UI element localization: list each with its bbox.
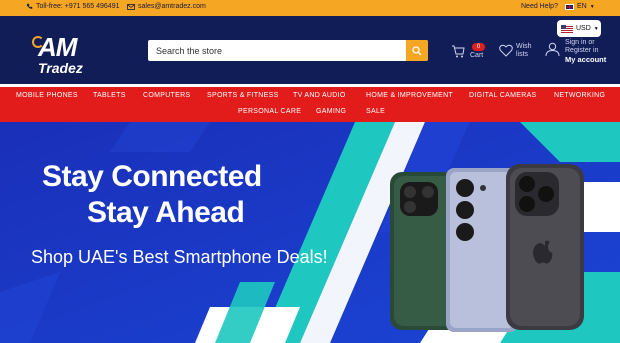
currency-selector[interactable]: USD ▼ xyxy=(557,20,601,37)
account-menu[interactable]: Sign in or Register in My account xyxy=(545,38,620,66)
nav-item-gaming[interactable]: GAMING xyxy=(316,108,346,115)
toll-free-text: Toll-free: +971 565 496491 xyxy=(36,3,120,10)
currency-label: USD xyxy=(576,25,591,32)
category-nav: MOBILE PHONES TABLETS COMPUTERS SPORTS &… xyxy=(0,87,620,122)
language-selector[interactable]: EN ▼ xyxy=(565,3,595,10)
nav-item-tablets[interactable]: TABLETS xyxy=(93,92,126,99)
email-text: sales@amtradez.com xyxy=(138,3,206,10)
cart-count-badge: 0 xyxy=(472,43,485,51)
nav-item-tv-audio[interactable]: TV AND AUDIO xyxy=(293,92,346,99)
site-header: AM Tradez USD ▼ 0 Cart Wish lists Sign i… xyxy=(0,16,620,84)
heart-icon xyxy=(499,44,513,57)
my-account-label: My account xyxy=(565,55,607,64)
cart-icon xyxy=(452,45,465,58)
hero-headline-line1: Stay Connected xyxy=(42,160,262,193)
smartphones-image xyxy=(390,164,584,332)
uk-flag-icon xyxy=(565,3,574,10)
mail-icon xyxy=(127,3,135,10)
nav-item-personal-care[interactable]: PERSONAL CARE xyxy=(238,108,301,115)
cart-button[interactable]: 0 Cart xyxy=(451,42,491,62)
search-button[interactable] xyxy=(406,40,428,61)
cart-label: Cart xyxy=(470,52,484,59)
email-contact[interactable]: sales@amtradez.com xyxy=(127,3,206,10)
nav-item-mobile-phones[interactable]: MOBILE PHONES xyxy=(16,92,78,99)
sign-in-register-link[interactable]: Sign in or Register in xyxy=(565,39,620,55)
language-label: EN xyxy=(577,3,587,10)
nav-item-computers[interactable]: COMPUTERS xyxy=(143,92,190,99)
chevron-down-icon: ▼ xyxy=(593,25,599,32)
us-flag-icon xyxy=(561,24,573,33)
site-logo[interactable]: AM Tradez xyxy=(30,32,94,82)
search-icon xyxy=(412,45,422,55)
wishlist-button[interactable]: Wish lists xyxy=(499,42,539,62)
nav-item-digital-cameras[interactable]: DIGITAL CAMERAS xyxy=(469,92,537,99)
search-input[interactable] xyxy=(148,40,406,61)
need-help-link[interactable]: Need Help? xyxy=(521,3,558,10)
nav-item-home-improvement[interactable]: HOME & IMPROVEMENT xyxy=(366,92,453,99)
logo-tradez: Tradez xyxy=(38,60,83,76)
hero-banner[interactable]: Stay Connected Stay Ahead Shop UAE's Bes… xyxy=(0,122,620,343)
chevron-down-icon: ▼ xyxy=(589,3,595,10)
phone-icon xyxy=(26,3,33,9)
search-bar xyxy=(148,40,428,61)
hero-headline-line2: Stay Ahead xyxy=(87,196,245,229)
nav-item-sports-fitness[interactable]: SPORTS & FITNESS xyxy=(207,92,279,99)
wishlist-label: Wish lists xyxy=(516,43,532,58)
user-icon xyxy=(545,42,560,57)
logo-am: AM xyxy=(38,32,77,62)
nav-item-networking[interactable]: NETWORKING xyxy=(554,92,605,99)
nav-item-sale[interactable]: SALE xyxy=(366,108,385,115)
hero-subheadline: Shop UAE's Best Smartphone Deals! xyxy=(31,247,328,267)
top-bar: Toll-free: +971 565 496491 sales@amtrade… xyxy=(0,0,620,16)
toll-free-contact[interactable]: Toll-free: +971 565 496491 xyxy=(26,3,119,10)
